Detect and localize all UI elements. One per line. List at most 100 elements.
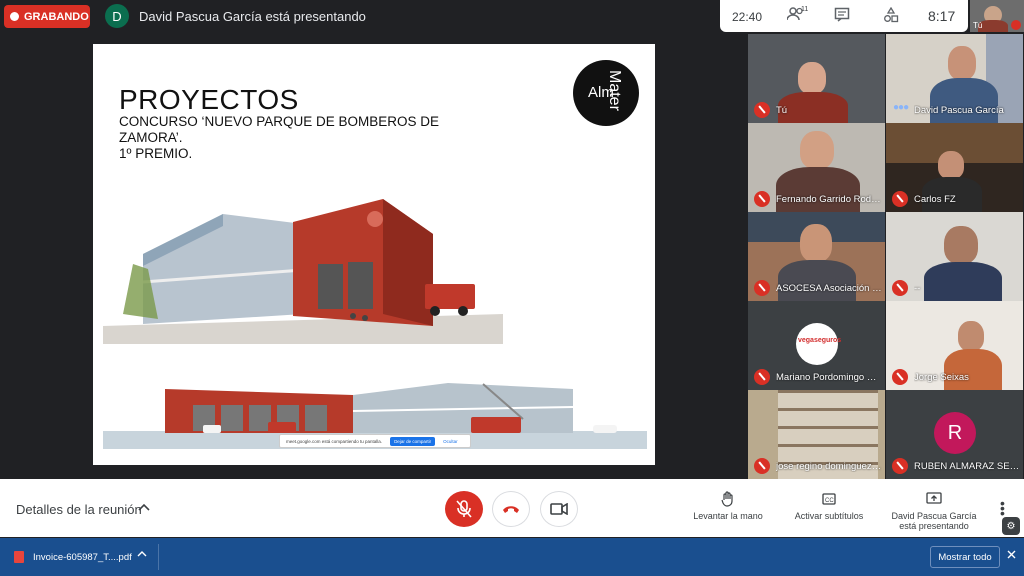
participant-name: jose regino dominguez… xyxy=(776,461,882,472)
participant-name: ASOCESA Asociación E… xyxy=(776,283,882,294)
svg-text:CC: CC xyxy=(825,498,834,504)
chat-icon[interactable] xyxy=(832,7,852,25)
participant-body xyxy=(776,167,860,212)
muted-mic-icon xyxy=(892,191,908,207)
self-body xyxy=(978,20,1008,32)
participant-tile[interactable]: Fernando Garrido Rodri… xyxy=(748,123,885,212)
self-muted-icon xyxy=(1011,20,1021,30)
muted-mic-icon xyxy=(754,369,770,385)
participant-tile[interactable]: -- xyxy=(886,212,1023,301)
participant-body xyxy=(944,349,1002,390)
participant-tile[interactable]: vegaseguros Mariano Pordomingo R… xyxy=(748,301,885,390)
participant-name: Tú xyxy=(776,105,788,116)
show-all-downloads-button[interactable]: Mostrar todo xyxy=(930,546,1000,568)
presenter-banner: David Pascua García está presentando xyxy=(139,9,366,24)
extension-badge-icon[interactable]: ⚙ xyxy=(1002,517,1020,535)
participant-logo-text: vegaseguros xyxy=(798,337,842,344)
participant-tile[interactable]: ASOCESA Asociación E… xyxy=(748,212,885,301)
close-icon[interactable] xyxy=(1007,550,1016,562)
participant-tile[interactable]: Tú xyxy=(748,34,885,123)
participant-face xyxy=(948,46,976,80)
speaking-indicator-icon: ●●● xyxy=(893,102,909,113)
chevron-up-icon[interactable] xyxy=(138,501,150,515)
participant-tile[interactable]: Jorge Seixas xyxy=(886,301,1023,390)
muted-mic-icon xyxy=(754,458,770,474)
raise-hand-label: Levantar la mano xyxy=(693,511,763,521)
top-bar: GRABANDO D David Pascua García está pres… xyxy=(0,0,1024,34)
presentation-slide: PROYECTOS CONCURSO ‘NUEVO PARQUE DE BOMB… xyxy=(93,44,655,465)
elapsed-time: 22:40 xyxy=(732,10,763,24)
meet-window: GRABANDO D David Pascua García está pres… xyxy=(0,0,1024,576)
alma-mater-logo: Alm Mater xyxy=(573,60,639,126)
participant-name: Mariano Pordomingo R… xyxy=(776,372,882,383)
participant-avatar: R xyxy=(934,412,976,454)
leave-call-button[interactable] xyxy=(492,491,530,527)
download-file-name[interactable]: Invoice-605987_T....pdf xyxy=(33,552,132,563)
participant-face xyxy=(944,226,978,264)
mic-off-icon xyxy=(456,500,472,518)
participant-face xyxy=(798,62,826,94)
self-label: Tú xyxy=(973,21,983,30)
slide-subtitle: CONCURSO ‘NUEVO PARQUE DE BOMBEROS DE ZA… xyxy=(119,114,449,162)
video-camera-icon xyxy=(550,503,568,515)
participant-body xyxy=(924,262,1002,301)
slide-subtitle-line-1: CONCURSO ‘NUEVO PARQUE DE BOMBEROS DE xyxy=(119,114,440,129)
participant-tile[interactable]: ●●● David Pascua García xyxy=(886,34,1023,123)
camera-toggle-button[interactable] xyxy=(540,491,578,527)
clock: 8:17 xyxy=(928,8,956,24)
mic-toggle-button[interactable] xyxy=(445,491,483,527)
presenter-avatar: D xyxy=(105,4,129,28)
record-dot-icon xyxy=(10,12,19,21)
participant-tile[interactable]: jose regino dominguez… xyxy=(748,390,885,479)
participant-name: Carlos FZ xyxy=(914,194,956,205)
hide-share-notice-button[interactable]: Ocultar xyxy=(443,439,458,444)
muted-mic-icon xyxy=(754,102,770,118)
participants-count: 11 xyxy=(801,6,809,13)
presenting-label-line-2: está presentando xyxy=(899,521,969,531)
download-shelf: Invoice-605987_T....pdf Mostrar todo xyxy=(0,538,1024,576)
presenting-label-line-1: David Pascua García xyxy=(891,511,977,521)
participant-face xyxy=(958,321,984,351)
participant-name: David Pascua García xyxy=(914,105,1004,116)
bottom-control-bar: Detalles de la reunión Levantar la mano … xyxy=(0,479,1024,537)
divider xyxy=(158,544,159,570)
slide-title: PROYECTOS xyxy=(119,84,299,115)
participant-tile[interactable]: R RUBEN ALMARAZ SEVI… xyxy=(886,390,1023,479)
participant-name: -- xyxy=(914,283,921,294)
meeting-details-button[interactable]: Detalles de la reunión xyxy=(16,502,142,517)
captions-label: Activar subtítulos xyxy=(794,511,864,521)
vegaseguros-logo: vegaseguros xyxy=(796,323,842,365)
captions-icon: CC xyxy=(822,493,836,505)
slide-subtitle-line-3: 1º PREMIO. xyxy=(119,146,193,161)
fire-station-render-perspective xyxy=(103,199,503,344)
muted-mic-icon xyxy=(754,191,770,207)
meeting-info-panel: 22:40 8:17 xyxy=(720,0,968,32)
recording-badge: GRABANDO xyxy=(4,5,90,28)
presenting-button[interactable]: David Pascua García está presentando xyxy=(888,491,980,531)
participant-tile[interactable]: Carlos FZ xyxy=(886,123,1023,212)
chevron-up-icon[interactable] xyxy=(137,550,147,561)
muted-mic-icon xyxy=(892,280,908,296)
participant-body xyxy=(930,78,998,123)
recording-label: GRABANDO xyxy=(24,10,89,23)
slide-subtitle-line-2: ZAMORA’. xyxy=(119,130,183,145)
participant-face xyxy=(800,224,832,262)
captions-button[interactable]: CC Activar subtítulos xyxy=(789,491,869,521)
participant-name: Jorge Seixas xyxy=(914,372,969,383)
hang-up-icon xyxy=(503,506,519,513)
muted-mic-icon xyxy=(754,280,770,296)
share-notice-text: meet.google.com está compartiendo tu pan… xyxy=(286,438,383,444)
stop-sharing-button[interactable]: Dejar de compartir xyxy=(390,436,436,446)
self-view-thumbnail[interactable]: Tú xyxy=(970,0,1024,32)
present-screen-icon xyxy=(926,492,942,504)
pdf-file-icon xyxy=(14,551,24,563)
more-options-icon[interactable]: • • • xyxy=(1000,496,1006,520)
participant-body xyxy=(778,260,856,301)
participant-name: Fernando Garrido Rodri… xyxy=(776,194,882,205)
participant-face xyxy=(938,151,964,179)
participant-face xyxy=(800,131,834,169)
hand-icon xyxy=(721,491,733,507)
activities-icon[interactable] xyxy=(881,6,901,25)
logo-word-2: Mater xyxy=(606,70,623,111)
raise-hand-button[interactable]: Levantar la mano xyxy=(690,491,766,521)
